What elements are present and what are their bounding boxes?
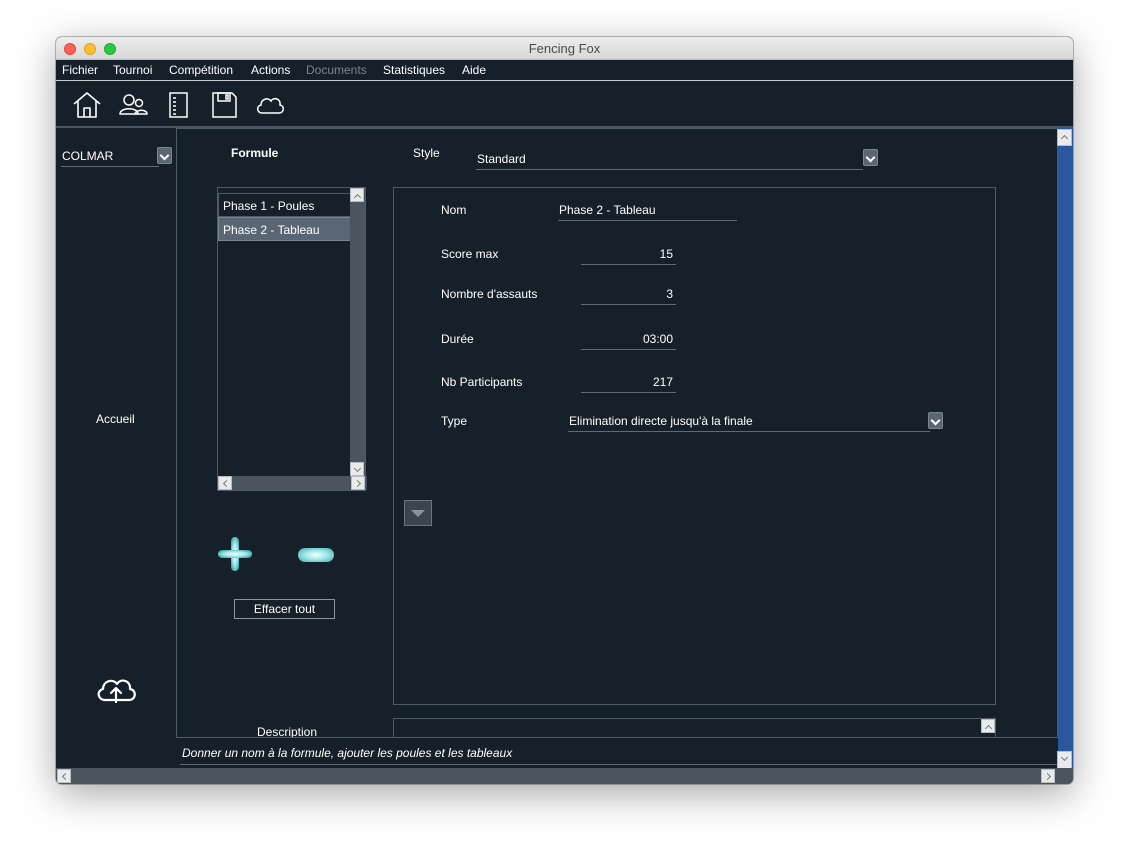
scroll-up-icon[interactable] bbox=[350, 188, 364, 202]
menu-tournoi[interactable]: Tournoi bbox=[113, 63, 152, 77]
cloud-upload-icon[interactable] bbox=[94, 670, 138, 706]
menu-statistiques[interactable]: Statistiques bbox=[383, 63, 445, 77]
list-item[interactable]: Phase 2 - Tableau bbox=[218, 217, 354, 241]
expand-arrow-icon[interactable] bbox=[404, 500, 432, 526]
phase-list-vertical-scrollbar[interactable] bbox=[350, 188, 365, 478]
window-title: Fencing Fox bbox=[528, 41, 601, 56]
phase-list[interactable]: Phase 1 - Poules Phase 2 - Tableau bbox=[217, 187, 367, 491]
style-label: Style bbox=[413, 146, 440, 160]
competition-select[interactable]: COLMAR bbox=[61, 147, 159, 167]
type-label: Type bbox=[441, 414, 468, 428]
main-scroll-down-icon[interactable] bbox=[1057, 751, 1072, 769]
menu-actions[interactable]: Actions bbox=[251, 63, 290, 77]
style-select[interactable]: Standard bbox=[476, 149, 863, 170]
users-icon[interactable] bbox=[117, 89, 149, 121]
menu-competition[interactable]: Compétition bbox=[169, 63, 233, 77]
description-textarea[interactable] bbox=[393, 718, 996, 740]
add-phase-button[interactable] bbox=[217, 536, 253, 572]
status-bar: Donner un nom à la formule, ajouter les … bbox=[180, 738, 1058, 765]
formule-heading: Formule bbox=[231, 146, 279, 160]
duree-label: Durée bbox=[441, 332, 474, 346]
main-horizontal-scrollbar[interactable] bbox=[56, 768, 1073, 784]
home-icon[interactable] bbox=[71, 89, 103, 121]
list-item[interactable]: Phase 1 - Poules bbox=[218, 193, 354, 217]
competition-dropdown-chevron-icon[interactable] bbox=[157, 147, 172, 164]
toolbar bbox=[56, 81, 1073, 128]
accueil-label[interactable]: Accueil bbox=[96, 412, 135, 426]
scroll-down-icon[interactable] bbox=[350, 462, 364, 476]
assauts-label: Nombre d'assauts bbox=[441, 287, 538, 301]
main-scroll-up-icon[interactable] bbox=[1057, 129, 1072, 146]
participants-input[interactable]: 217 bbox=[581, 372, 676, 393]
menu-documents: Documents bbox=[306, 63, 367, 77]
main-panel: Formule Style Standard Phase 1 - Poules … bbox=[176, 128, 1058, 740]
scroll-left-icon[interactable] bbox=[218, 476, 232, 490]
cloud-icon[interactable] bbox=[254, 89, 286, 121]
score-max-input[interactable]: 15 bbox=[581, 244, 676, 265]
notebook-icon[interactable] bbox=[162, 89, 194, 121]
nom-input[interactable]: Phase 2 - Tableau bbox=[558, 200, 737, 221]
assauts-input[interactable]: 3 bbox=[581, 284, 676, 305]
scroll-right-icon[interactable] bbox=[351, 476, 365, 490]
style-dropdown-chevron-icon[interactable] bbox=[863, 149, 878, 166]
nom-label: Nom bbox=[441, 203, 467, 217]
main-scroll-left-icon[interactable] bbox=[57, 769, 71, 783]
phase-details-panel: Nom Phase 2 - Tableau Score max 15 Nombr… bbox=[393, 187, 996, 705]
save-icon[interactable] bbox=[208, 89, 240, 121]
description-label: Description bbox=[257, 725, 318, 737]
remove-phase-button[interactable] bbox=[298, 548, 334, 562]
app-window: Fencing Fox Fichier Tournoi Compétition … bbox=[56, 37, 1073, 784]
main-vertical-scrollbar[interactable] bbox=[1058, 128, 1073, 770]
description-scroll-up-icon[interactable] bbox=[981, 719, 995, 733]
left-panel: COLMAR Accueil bbox=[56, 130, 176, 737]
participants-label: Nb Participants bbox=[441, 375, 523, 389]
duree-input[interactable]: 03:00 bbox=[581, 329, 676, 350]
menu-fichier[interactable]: Fichier bbox=[62, 63, 98, 77]
main-scroll-right-icon[interactable] bbox=[1041, 769, 1055, 783]
title-bar: Fencing Fox bbox=[56, 37, 1073, 60]
menu-bar: Fichier Tournoi Compétition Actions Docu… bbox=[56, 60, 1073, 81]
score-max-label: Score max bbox=[441, 247, 499, 261]
phase-list-horizontal-scrollbar[interactable] bbox=[218, 476, 367, 490]
type-dropdown-chevron-icon[interactable] bbox=[928, 412, 943, 429]
menu-aide[interactable]: Aide bbox=[462, 63, 486, 77]
type-select[interactable]: Elimination directe jusqu'à la finale bbox=[568, 411, 930, 432]
clear-all-button[interactable]: Effacer tout bbox=[234, 599, 335, 619]
